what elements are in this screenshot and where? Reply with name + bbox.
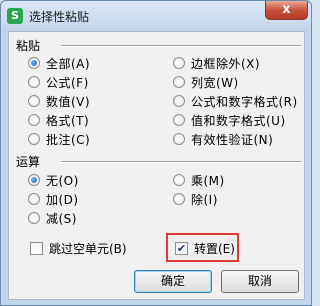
ok-button[interactable]: 确定	[134, 270, 212, 293]
dialog-body: 粘贴 全部(A) 公式(F) 数值(V) 格式(T) 批注(C) 边框除外(X)…	[8, 31, 305, 300]
radio-indicator	[28, 133, 40, 145]
radio-paste-formats[interactable]: 格式(T)	[28, 111, 89, 129]
transpose-highlight-box	[166, 233, 239, 262]
radio-indicator	[28, 114, 40, 126]
checkbox-indicator	[30, 241, 43, 255]
operation-group-divider	[61, 161, 301, 163]
title-bar[interactable]: S 选择性粘贴 x	[1, 1, 311, 31]
radio-operation-none[interactable]: 无(O)	[28, 171, 79, 189]
radio-paste-formulas-and-number-formats[interactable]: 公式和数字格式(R)	[173, 92, 298, 110]
wps-app-icon: S	[7, 8, 23, 24]
skip-blanks-checkbox[interactable]: 跳过空单元(B)	[30, 239, 127, 257]
radio-paste-all[interactable]: 全部(A)	[28, 54, 90, 72]
radio-paste-column-widths[interactable]: 列宽(W)	[173, 73, 239, 91]
radio-paste-all-except-borders[interactable]: 边框除外(X)	[173, 54, 260, 72]
close-button[interactable]: x	[265, 1, 308, 20]
radio-indicator	[28, 193, 40, 205]
radio-operation-subtract[interactable]: 减(S)	[28, 209, 77, 227]
cancel-button[interactable]: 取消	[221, 270, 299, 293]
operation-group-label: 运算	[16, 155, 41, 169]
paste-group-divider	[61, 45, 301, 47]
radio-indicator	[173, 133, 185, 145]
radio-operation-multiply[interactable]: 乘(M)	[173, 171, 225, 189]
radio-indicator	[28, 95, 40, 107]
radio-indicator	[28, 57, 40, 69]
radio-indicator	[173, 114, 185, 126]
radio-operation-add[interactable]: 加(D)	[28, 190, 79, 208]
radio-indicator	[173, 57, 185, 69]
radio-operation-divide[interactable]: 除(I)	[173, 190, 218, 208]
radio-indicator	[173, 76, 185, 88]
radio-paste-values[interactable]: 数值(V)	[28, 92, 90, 110]
radio-indicator	[173, 95, 185, 107]
dialog-title: 选择性粘贴	[29, 10, 90, 24]
radio-indicator	[28, 212, 40, 224]
radio-paste-formulas[interactable]: 公式(F)	[28, 73, 89, 91]
paste-special-dialog: S 选择性粘贴 x 粘贴 全部(A) 公式(F) 数值(V) 格式(T) 批注(…	[0, 0, 312, 306]
radio-paste-validation[interactable]: 有效性验证(N)	[173, 130, 273, 148]
radio-indicator	[173, 193, 185, 205]
radio-paste-values-and-number-formats[interactable]: 值和数字格式(U)	[173, 111, 286, 129]
radio-paste-comments[interactable]: 批注(C)	[28, 130, 90, 148]
paste-group-label: 粘贴	[16, 39, 41, 53]
radio-indicator	[28, 76, 40, 88]
radio-indicator	[173, 174, 185, 186]
radio-indicator	[28, 174, 40, 186]
